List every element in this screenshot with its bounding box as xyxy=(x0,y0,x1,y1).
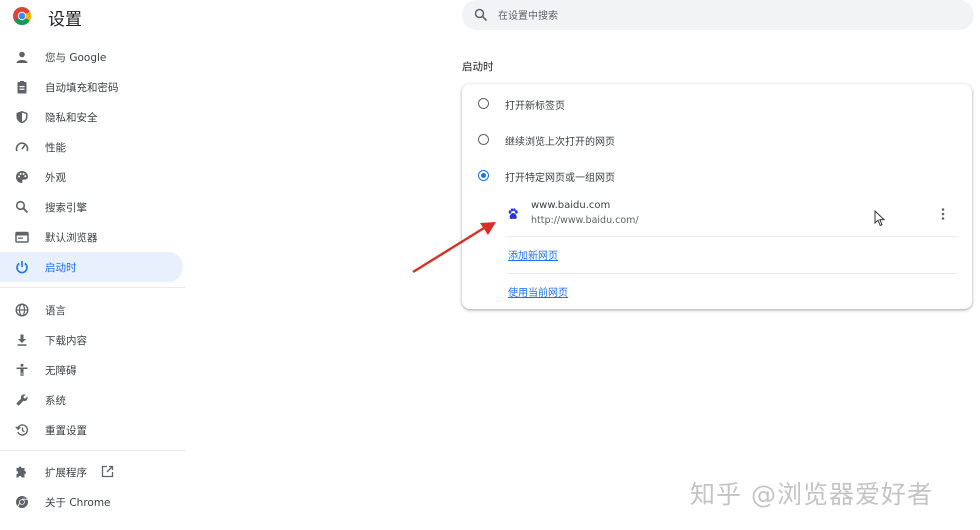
radio-button[interactable] xyxy=(478,134,489,145)
accessibility-icon xyxy=(16,363,28,376)
sidebar-item-label: 启动时 xyxy=(45,262,77,274)
sidebar-item-downloads[interactable]: 下载内容 xyxy=(0,325,183,355)
search-icon xyxy=(474,8,488,22)
chrome-logo-icon xyxy=(13,7,31,25)
search-input[interactable] xyxy=(496,5,960,27)
sidebar-item-on-startup[interactable]: 启动时 xyxy=(0,252,183,282)
sidebar-item-about-chrome[interactable]: 关于 Chrome xyxy=(0,487,183,517)
section-title: 启动时 xyxy=(462,61,494,73)
radio-open-new-tab[interactable]: 打开新标签页 xyxy=(462,89,972,119)
sidebar-item-extensions[interactable]: 扩展程序 xyxy=(0,457,183,487)
sidebar-item-label: 扩展程序 xyxy=(45,467,87,479)
use-current-pages-link[interactable]: 使用当前网页 xyxy=(508,284,568,299)
site-url: http://www.baidu.com/ xyxy=(531,215,639,226)
search-icon xyxy=(15,200,29,214)
add-new-page-link[interactable]: 添加新网页 xyxy=(508,247,558,262)
site-name: www.baidu.com xyxy=(531,200,611,211)
sidebar-item-label: 性能 xyxy=(45,142,66,154)
open-in-new-icon xyxy=(101,465,114,478)
radio-button[interactable] xyxy=(478,98,489,109)
sidebar-item-label: 系统 xyxy=(45,395,66,407)
restore-icon xyxy=(15,424,29,436)
sidebar-item-label: 重置设置 xyxy=(45,425,87,437)
sidebar-item-label: 自动填充和密码 xyxy=(45,82,119,94)
radio-button[interactable] xyxy=(478,170,489,181)
sidebar-item-you-and-google[interactable]: 您与 Google xyxy=(0,42,183,72)
sidebar-item-accessibility[interactable]: 无障碍 xyxy=(0,355,183,385)
sidebar-item-default-browser[interactable]: 默认浏览器 xyxy=(0,222,183,252)
sidebar-item-reset[interactable]: 重置设置 xyxy=(0,415,183,445)
wrench-icon xyxy=(16,394,28,406)
sidebar-item-label: 隐私和安全 xyxy=(45,112,98,124)
power-icon xyxy=(16,261,28,274)
sidebar-item-label: 搜索引擎 xyxy=(45,202,87,214)
sidebar-divider xyxy=(0,287,185,288)
clipboard-icon xyxy=(17,81,27,94)
page-title: 设置 xyxy=(48,10,82,30)
mouse-cursor-icon xyxy=(874,210,886,227)
radio-continue-where-left-off[interactable]: 继续浏览上次打开的网页 xyxy=(462,125,972,155)
radio-label: 继续浏览上次打开的网页 xyxy=(505,137,615,148)
sidebar-item-performance[interactable]: 性能 xyxy=(0,132,183,162)
baidu-paw-icon xyxy=(508,208,518,219)
radio-label: 打开特定网页或一组网页 xyxy=(505,173,615,184)
chrome-icon xyxy=(16,496,28,509)
sidebar-item-system[interactable]: 系统 xyxy=(0,385,183,415)
annotation-arrow xyxy=(412,222,496,274)
speedometer-icon xyxy=(15,142,29,152)
sidebar-item-search-engine[interactable]: 搜索引擎 xyxy=(0,192,183,222)
sidebar-item-privacy[interactable]: 隐私和安全 xyxy=(0,102,183,132)
sidebar-item-label: 无障碍 xyxy=(45,365,77,377)
sidebar-item-appearance[interactable]: 外观 xyxy=(0,162,183,192)
download-icon xyxy=(17,334,27,346)
person-icon xyxy=(16,51,28,63)
row-divider xyxy=(507,236,957,237)
radio-label: 打开新标签页 xyxy=(505,101,565,112)
shield-icon xyxy=(16,111,28,124)
sidebar-item-autofill[interactable]: 自动填充和密码 xyxy=(0,72,183,102)
globe-icon xyxy=(15,303,29,317)
sidebar-item-label: 语言 xyxy=(45,305,66,317)
sidebar-item-label: 关于 Chrome xyxy=(45,497,111,509)
sidebar-divider xyxy=(0,450,185,451)
startup-card: 打开新标签页 继续浏览上次打开的网页 打开特定网页或一组网页 www.baidu… xyxy=(462,84,972,309)
browser-window-icon xyxy=(15,231,29,243)
row-divider xyxy=(507,273,957,274)
settings-search[interactable] xyxy=(462,0,974,30)
sidebar-item-label: 外观 xyxy=(45,172,66,184)
puzzle-icon xyxy=(16,466,26,478)
more-actions-icon[interactable] xyxy=(936,206,950,222)
sidebar-item-label: 默认浏览器 xyxy=(45,232,98,244)
sidebar-item-languages[interactable]: 语言 xyxy=(0,295,183,325)
sidebar-item-label: 下载内容 xyxy=(45,335,87,347)
palette-icon xyxy=(16,171,28,183)
sidebar-item-label: 您与 Google xyxy=(45,52,107,64)
watermark: 知乎 @浏览器爱好者 xyxy=(690,480,933,509)
radio-open-specific-pages[interactable]: 打开特定网页或一组网页 xyxy=(462,161,972,191)
